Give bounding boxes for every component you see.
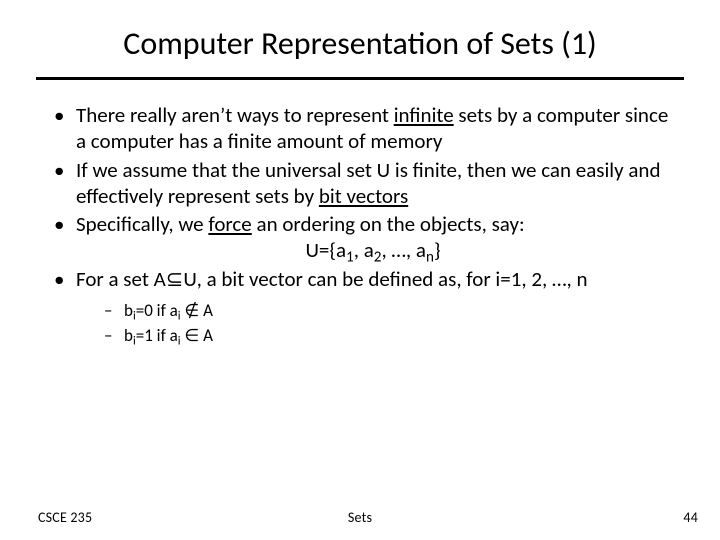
text: =1 if a (136, 325, 178, 346)
text: ∈ A (181, 325, 213, 346)
text: For a set A (76, 266, 166, 292)
text: , a (354, 237, 374, 263)
equation: U={a1, a2, …, an} (76, 237, 670, 263)
sub-bullet-1: bi=0 if ai ∉ A (102, 300, 670, 323)
text: , …, a (381, 237, 426, 263)
text: ∉ A (181, 300, 213, 321)
text: an ordering on the objects, say: (252, 211, 525, 237)
footer-left: CSCE 235 (38, 509, 92, 526)
text: b (124, 300, 133, 321)
bullet-1: There really aren’t ways to represent in… (50, 102, 670, 155)
text: t ways to represent (225, 102, 393, 128)
text: There really aren (76, 102, 220, 128)
bullet-2: If we assume that the universal set U is… (50, 157, 670, 210)
bullet-4: For a set A⊆U, a bit vector can be defin… (50, 266, 670, 348)
underline-text: bit vectors (319, 183, 408, 209)
slide: Computer Representation of Sets (1) Ther… (0, 0, 720, 540)
sub-bullet-2: bi=1 if ai ∈ A (102, 325, 670, 348)
text: U={a (305, 237, 346, 263)
sub-bullet-list: bi=0 if ai ∉ A bi=1 if ai ∈ A (76, 300, 670, 348)
footer-center: Sets (22, 509, 698, 526)
slide-body: There really aren’t ways to represent in… (0, 80, 720, 348)
bullet-list: There really aren’t ways to represent in… (50, 102, 670, 348)
underline-text: infinite (394, 102, 454, 128)
text: Specifically, we (76, 211, 208, 237)
subscript: 1 (346, 249, 354, 267)
text: b (124, 325, 133, 346)
subscript: n (426, 249, 434, 267)
subset-symbol: ⊆ (166, 266, 184, 292)
slide-title: Computer Representation of Sets (1) (0, 0, 720, 71)
footer: CSCE 235 Sets 44 (0, 509, 720, 526)
bullet-3: Specifically, we force an ordering on th… (50, 211, 670, 264)
footer-right: 44 (683, 509, 698, 526)
underline-text: force (208, 211, 251, 237)
text: } (434, 237, 441, 263)
text: U, a bit vector can be defined as, for i… (183, 266, 587, 292)
text: =0 if a (136, 300, 178, 321)
